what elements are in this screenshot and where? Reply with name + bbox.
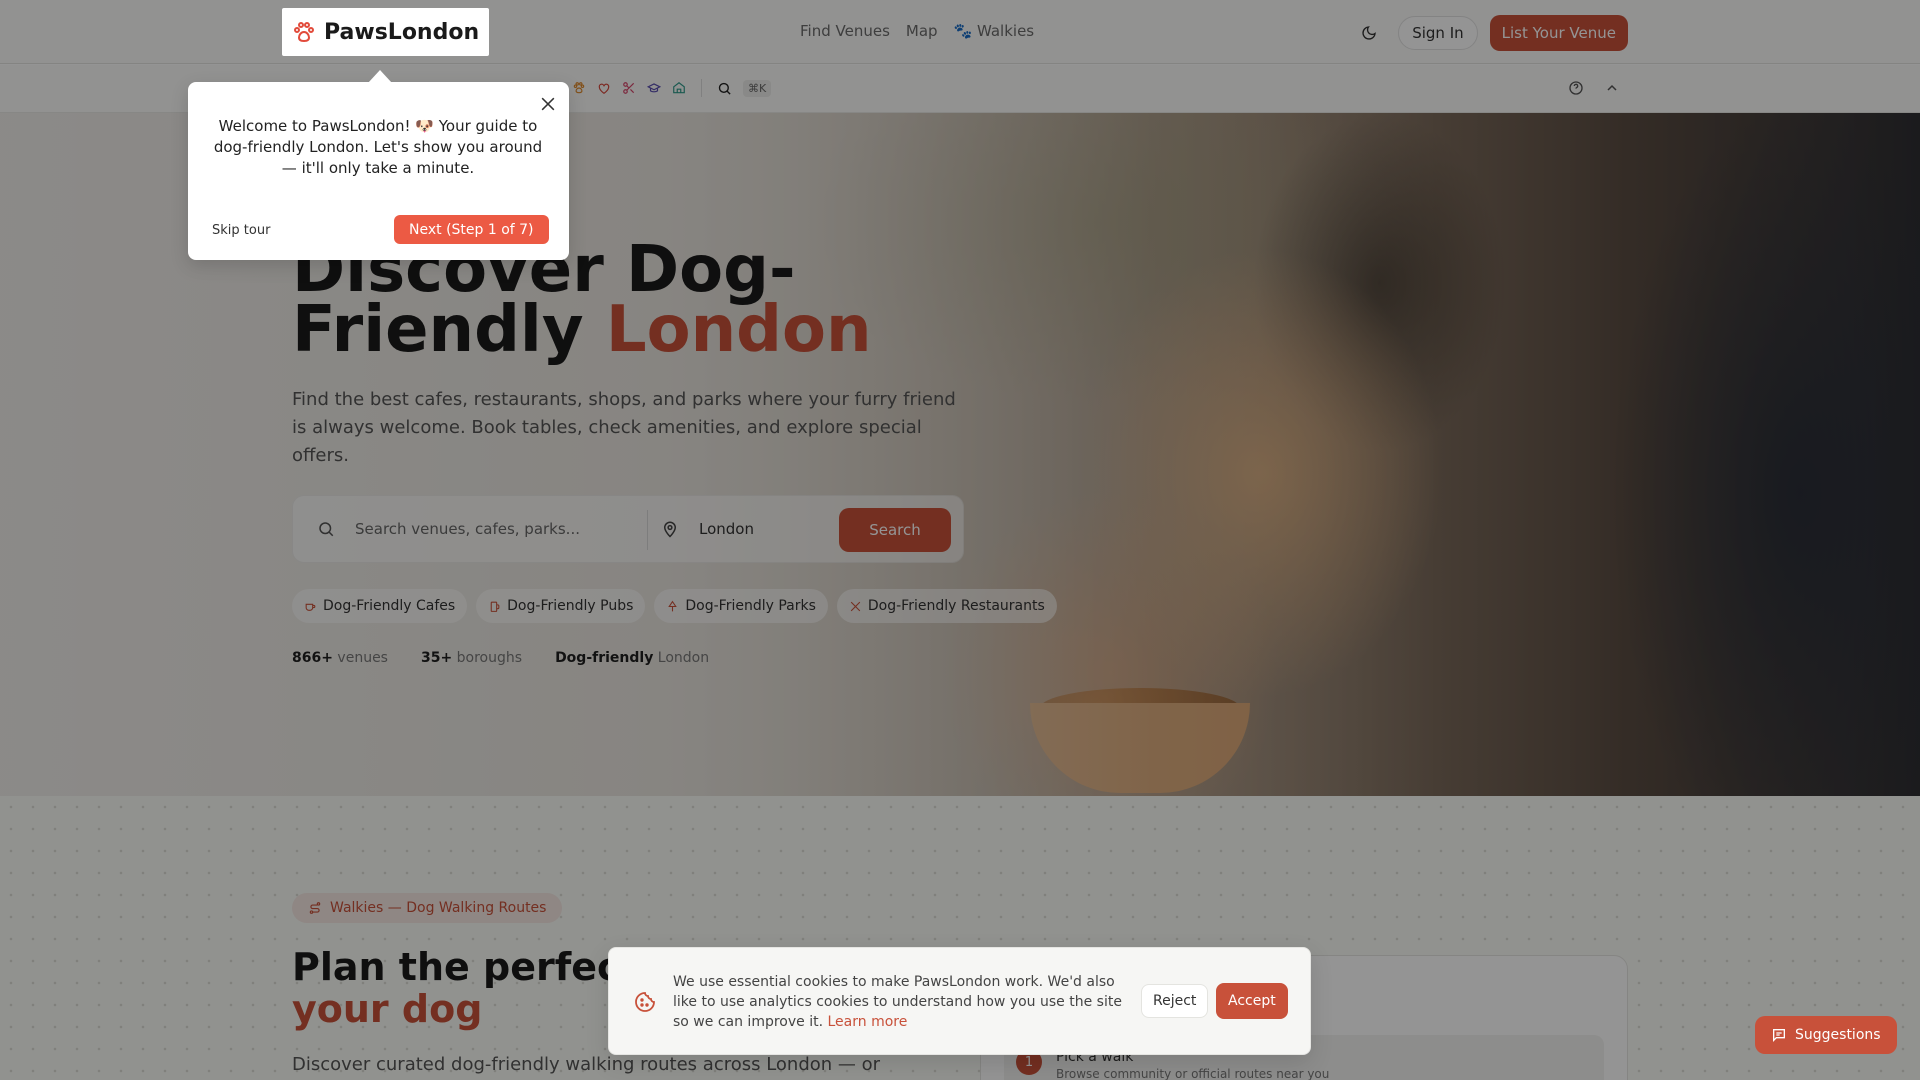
tour-next-button[interactable]: Next (Step 1 of 7) — [394, 215, 549, 244]
skip-tour-button[interactable]: Skip tour — [212, 223, 270, 238]
close-icon[interactable] — [538, 94, 558, 114]
cookie-banner: We use essential cookies to make PawsLon… — [608, 947, 1311, 1055]
learn-more-link[interactable]: Learn more — [827, 1014, 907, 1030]
site-logo[interactable]: PawsLondon — [282, 8, 490, 56]
tour-arrow — [368, 70, 392, 83]
logo-text: PawsLondon — [324, 19, 480, 45]
paw-logo-icon — [294, 22, 314, 43]
tour-popover: Welcome to PawsLondon! 🐶 Your guide to d… — [188, 82, 569, 260]
tour-text: Welcome to PawsLondon! 🐶 Your guide to d… — [213, 117, 543, 177]
accept-cookies-button[interactable]: Accept — [1216, 983, 1288, 1019]
message-icon — [1773, 1029, 1785, 1042]
cookie-icon — [635, 992, 655, 1012]
cookie-text: We use essential cookies to make PawsLon… — [673, 974, 1122, 1030]
suggestions-button[interactable]: Suggestions — [1755, 1016, 1897, 1054]
reject-cookies-button[interactable]: Reject — [1141, 984, 1209, 1018]
